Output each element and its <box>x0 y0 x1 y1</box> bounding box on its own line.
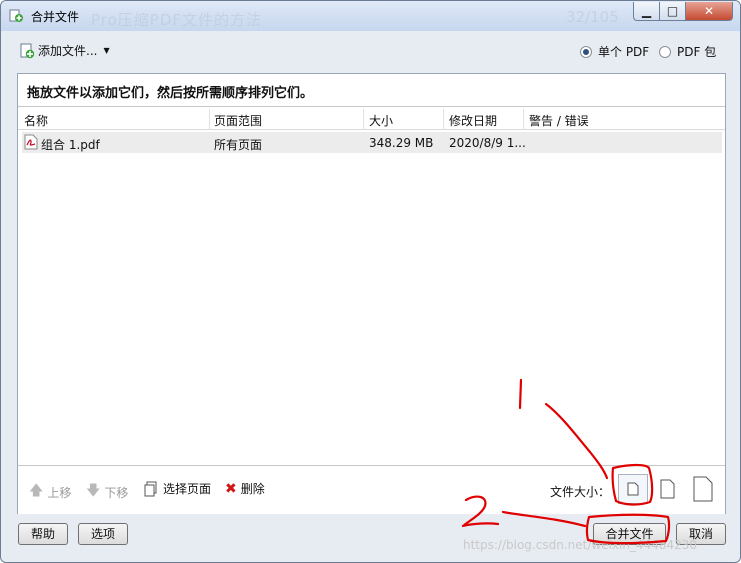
chevron-down-icon: ▼ <box>103 46 110 55</box>
cell-file-name: 组合 1.pdf <box>41 138 100 152</box>
top-toolbar: 添加文件... ▼ 单个 PDF PDF 包 <box>9 35 731 67</box>
move-up-button[interactable]: 🡅 上移 <box>29 480 71 504</box>
file-size-label: 文件大小： <box>550 485 611 499</box>
choose-pages-label: 选择页面 <box>163 482 212 496</box>
arrow-up-icon: 🡅 <box>29 483 44 499</box>
file-size-small-button[interactable] <box>618 474 648 504</box>
window-title: 合并文件 <box>31 10 80 24</box>
column-divider[interactable] <box>443 109 444 130</box>
delete-button[interactable]: ✖ 删除 <box>225 480 265 497</box>
radio-single-pdf-label: 单个 PDF <box>598 45 650 59</box>
column-header-name[interactable]: 名称 <box>24 112 48 129</box>
large-page-icon <box>693 476 713 502</box>
add-files-label: 添加文件... <box>38 44 98 58</box>
radio-pdf-package[interactable]: PDF 包 <box>659 43 716 60</box>
drop-instruction: 拖放文件以添加它们，然后按所需顺序排列它们。 <box>18 74 725 107</box>
maximize-icon: □ <box>666 4 679 18</box>
table-header: 名称 页面范围 大小 修改日期 警告 / 错误 <box>18 109 725 130</box>
column-header-size[interactable]: 大小 <box>369 112 393 129</box>
background-page-counter: 32/105 <box>566 8 619 26</box>
cell-page-range: 所有页面 <box>214 138 263 152</box>
table-row[interactable]: 组合 1.pdf 所有页面 348.29 MB 2020/8/9 1... <box>22 132 722 153</box>
column-divider[interactable] <box>363 109 364 130</box>
radio-dot <box>659 45 671 58</box>
column-divider[interactable] <box>209 109 210 130</box>
cell-modified: 2020/8/9 1... <box>449 136 526 150</box>
arrow-down-icon: 🡇 <box>86 483 101 499</box>
file-list-panel[interactable]: 拖放文件以添加它们，然后按所需顺序排列它们。 名称 页面范围 大小 修改日期 警… <box>17 73 726 514</box>
add-file-icon <box>20 43 35 58</box>
watermark: https://blog.csdn.net/weixin_44484230 <box>463 538 698 552</box>
close-button[interactable]: ✕ <box>685 2 733 21</box>
radio-single-pdf[interactable]: 单个 PDF <box>580 43 649 60</box>
merge-files-window: 合并文件 Pro压缩PDF文件的方法 32/105 ▁ □ ✕ 添加文件... … <box>0 0 741 563</box>
red-x-icon: ✖ <box>225 480 237 497</box>
cell-size: 348.29 MB <box>369 136 434 150</box>
file-size-medium-button[interactable] <box>653 474 683 504</box>
column-divider[interactable] <box>523 109 524 130</box>
maximize-button[interactable]: □ <box>659 2 686 21</box>
merge-files-icon <box>9 9 23 22</box>
move-up-label: 上移 <box>47 485 72 500</box>
radio-dot-selected <box>580 45 592 58</box>
small-page-icon <box>627 482 639 496</box>
file-size-large-button[interactable] <box>688 474 718 504</box>
medium-page-icon <box>660 479 675 499</box>
background-window-title: Pro压缩PDF文件的方法 <box>91 11 263 29</box>
move-down-button[interactable]: 🡇 下移 <box>86 480 128 504</box>
column-header-page-range[interactable]: 页面范围 <box>214 112 262 129</box>
help-button[interactable]: 帮助 <box>18 523 68 545</box>
add-files-button[interactable]: 添加文件... ▼ <box>19 42 110 59</box>
close-icon: ✕ <box>703 4 715 18</box>
title-bar[interactable]: 合并文件 Pro压缩PDF文件的方法 32/105 ▁ □ ✕ <box>1 1 740 31</box>
choose-pages-button[interactable]: 选择页面 <box>143 480 211 497</box>
radio-pdf-package-label: PDF 包 <box>677 45 717 59</box>
bottom-toolbar: 🡅 上移 🡇 下移 选择页面 ✖ 删除 文件大小： <box>18 465 725 514</box>
minimize-icon: ▁ <box>641 4 652 18</box>
minimize-button[interactable]: ▁ <box>633 2 660 21</box>
column-header-modified[interactable]: 修改日期 <box>449 112 497 129</box>
pages-icon <box>144 481 157 496</box>
pdf-file-icon <box>24 134 38 150</box>
options-button[interactable]: 选项 <box>78 523 128 545</box>
column-header-warning[interactable]: 警告 / 错误 <box>529 112 589 129</box>
move-down-label: 下移 <box>104 485 129 500</box>
delete-label: 删除 <box>240 482 265 496</box>
